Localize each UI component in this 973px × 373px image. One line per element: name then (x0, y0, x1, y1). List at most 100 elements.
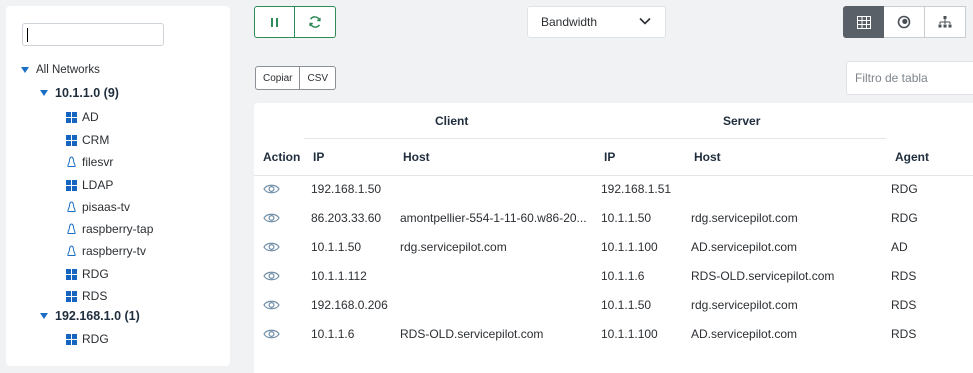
windows-icon (66, 134, 77, 146)
caret-down-icon[interactable] (21, 67, 29, 73)
tree-leaf-host[interactable]: CRM (66, 133, 109, 147)
cell-agent: RDS (891, 327, 917, 341)
tree-node-label: All Networks (36, 64, 100, 76)
tree-leaf-label: RDG (82, 267, 109, 281)
cell-client-ip: 10.1.1.50 (311, 240, 362, 254)
tree-leaf-host[interactable]: RDS (66, 289, 107, 303)
cell-server-ip: 10.1.1.100 (601, 327, 658, 341)
linux-icon (66, 201, 77, 213)
tree-leaf-label: filesvr (82, 155, 114, 169)
view-switcher (843, 6, 966, 38)
windows-icon (66, 179, 77, 191)
playback-controls (254, 6, 336, 38)
column-header-server-host[interactable]: Host (694, 150, 721, 164)
caret-down-icon[interactable] (40, 90, 48, 96)
chart-view-button[interactable] (884, 6, 925, 38)
cell-server-host: rdg.servicepilot.com (691, 298, 798, 312)
windows-icon (66, 268, 77, 280)
tree-leaf-label: RDS (82, 289, 108, 303)
tree-leaf-host[interactable]: LDAP (66, 178, 113, 192)
cell-agent: AD (891, 240, 908, 254)
windows-icon (66, 290, 77, 302)
tree-node-all-networks[interactable]: All Networks (21, 64, 100, 76)
linux-icon (66, 245, 77, 257)
copy-button[interactable]: Copiar (255, 66, 301, 90)
eye-icon[interactable] (263, 241, 280, 253)
cell-client-ip: 192.168.0.206 (311, 298, 388, 312)
cell-server-ip: 10.1.1.50 (601, 298, 652, 312)
metric-select-value: Bandwidth (541, 15, 598, 29)
table-filter-placeholder: Filtro de tabla (855, 71, 928, 85)
tree-leaf-host[interactable]: RDG (66, 267, 109, 281)
cell-client-host: RDS-OLD.servicepilot.com (400, 327, 544, 341)
cell-server-host: AD.servicepilot.com (691, 240, 798, 254)
tree-leaf-label: raspberry-tv (82, 244, 147, 258)
header-divider (254, 175, 973, 176)
cell-client-host: rdg.servicepilot.com (400, 240, 507, 254)
column-header-server-ip[interactable]: IP (604, 150, 615, 164)
cell-server-host: rdg.servicepilot.com (691, 211, 798, 225)
tree-leaf-host[interactable]: RDG (66, 332, 109, 346)
tree-leaf-host[interactable]: raspberry-tv (66, 244, 146, 258)
group-header-client: Client (435, 114, 469, 128)
tree-leaf-host[interactable]: raspberry-tap (66, 222, 153, 236)
cell-client-ip: 86.203.33.60 (311, 211, 382, 225)
chevron-down-icon (639, 17, 651, 25)
cell-server-host: RDS-OLD.servicepilot.com (691, 269, 835, 283)
linux-icon (66, 223, 77, 235)
cell-server-ip: 10.1.1.100 (601, 240, 658, 254)
cell-agent: RDG (891, 182, 918, 196)
table-view-button[interactable] (843, 6, 884, 38)
cell-server-ip: 192.168.1.51 (601, 182, 672, 196)
tree-leaf-label: LDAP (82, 178, 114, 192)
windows-icon (66, 111, 77, 123)
cell-client-ip: 10.1.1.6 (311, 327, 355, 341)
text-cursor (27, 28, 28, 42)
topology-view-button[interactable] (925, 6, 966, 38)
tree-leaf-host[interactable]: pisaas-tv (66, 200, 130, 214)
column-header-agent[interactable]: Agent (895, 150, 929, 164)
cell-server-ip: 10.1.1.6 (601, 269, 645, 283)
eye-icon[interactable] (263, 299, 280, 311)
radar-icon (897, 15, 911, 29)
metric-select[interactable]: Bandwidth (527, 6, 666, 38)
eye-icon[interactable] (263, 328, 280, 340)
cell-server-ip: 10.1.1.50 (601, 211, 652, 225)
refresh-icon (309, 16, 321, 28)
tree-node-label: 10.1.1.0 (9) (55, 86, 119, 100)
grid-icon (856, 15, 871, 29)
sitemap-icon (938, 16, 952, 28)
group-header-server: Server (723, 114, 761, 128)
network-tree-panel: All Networks 10.1.1.0 (9) AD CRM filesvr… (6, 6, 230, 366)
eye-icon[interactable] (263, 183, 280, 195)
eye-icon[interactable] (263, 212, 280, 224)
connections-table: Client Server Action IP Host IP Host Age… (254, 103, 973, 373)
csv-button[interactable]: CSV (300, 66, 337, 90)
column-header-action[interactable]: Action (263, 150, 300, 164)
tree-leaf-label: AD (82, 110, 99, 124)
tree-node-label: 192.168.1.0 (1) (55, 309, 140, 323)
windows-icon (66, 333, 77, 345)
table-filter-input[interactable]: Filtro de tabla (846, 61, 973, 95)
tree-leaf-host[interactable]: AD (66, 110, 99, 124)
cell-client-ip: 192.168.1.50 (311, 182, 382, 196)
tree-leaf-label: pisaas-tv (82, 200, 131, 214)
cell-agent: RDG (891, 211, 918, 225)
tree-leaf-host[interactable]: filesvr (66, 155, 113, 169)
cell-client-host: amontpellier-554-1-11-60.w86-20... (400, 211, 587, 225)
linux-icon (66, 156, 77, 168)
tree-node-network[interactable]: 192.168.1.0 (1) (40, 309, 140, 323)
tree-leaf-label: RDG (82, 332, 109, 346)
pause-button[interactable] (254, 6, 295, 38)
cell-server-host: AD.servicepilot.com (691, 327, 798, 341)
tree-leaf-label: CRM (82, 133, 110, 147)
column-header-client-host[interactable]: Host (403, 150, 430, 164)
group-header-divider (304, 138, 886, 139)
eye-icon[interactable] (263, 270, 280, 282)
tree-node-network[interactable]: 10.1.1.0 (9) (40, 86, 119, 100)
caret-down-icon[interactable] (40, 313, 48, 319)
tree-search-input[interactable] (22, 23, 164, 46)
cell-client-ip: 10.1.1.112 (311, 269, 367, 283)
refresh-button[interactable] (295, 6, 336, 38)
column-header-client-ip[interactable]: IP (313, 150, 324, 164)
